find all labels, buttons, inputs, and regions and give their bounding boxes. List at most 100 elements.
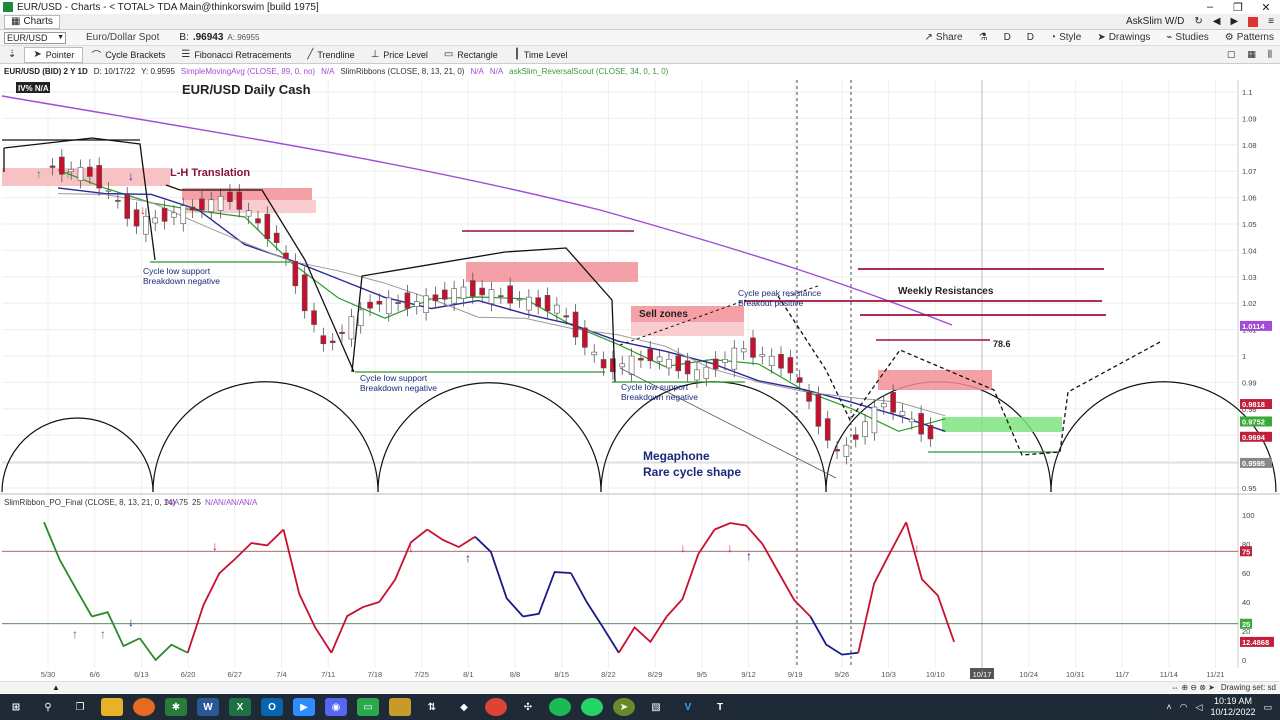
tradingview-icon[interactable]: T (709, 698, 731, 716)
timeframe-button-2[interactable]: D (1027, 32, 1034, 43)
cycle-low-label: Breakdown negative (360, 383, 437, 393)
zoom-controls-icon[interactable]: ⇔ ⊕ ⊖ ⊗ ➤ (1171, 683, 1215, 692)
oscillator-line-segment (139, 637, 189, 662)
chart-area[interactable]: IV% N/A EUR/USD Daily Cash L-H Translatio… (0, 64, 1280, 681)
oscillator-line-segment (522, 571, 571, 618)
candle-body (357, 309, 364, 327)
search-icon[interactable]: ⚲ (37, 698, 59, 716)
tool-rectangle[interactable]: ▭ Rectangle (436, 47, 506, 63)
studies-button[interactable]: ⌁ Studies (1166, 32, 1208, 43)
oscillator-arrow: ↑ (465, 551, 471, 565)
chrome-icon[interactable] (485, 698, 507, 716)
file-explorer-icon[interactable] (101, 698, 123, 716)
outlook-icon[interactable]: O (261, 698, 283, 716)
alert-icon[interactable] (1248, 16, 1259, 27)
firefox-icon[interactable] (133, 698, 155, 716)
timeframe-button-1[interactable]: D (1004, 32, 1011, 43)
candle-body (731, 347, 738, 370)
volume-icon[interactable]: ◁ (1196, 702, 1203, 713)
price-tick-label: 1.07 (1242, 167, 1257, 176)
maps-icon[interactable]: ◆ (453, 698, 475, 716)
price-tick-label: 1.09 (1242, 114, 1257, 123)
tool-fibonacci[interactable]: ☰ Fibonacci Retracements (173, 47, 299, 63)
close-icon[interactable]: ✕ (1252, 1, 1280, 14)
oscillator-badge-text: 25 (1242, 620, 1250, 629)
excel-icon[interactable]: X (229, 698, 251, 716)
windows-start-icon[interactable]: ⊞ (5, 698, 27, 716)
layout-grid-icon[interactable]: ▦ (1247, 49, 1256, 60)
candle-body (675, 355, 682, 372)
pin-icon[interactable]: ⇣ (0, 47, 24, 63)
sell-zones (2, 168, 1062, 432)
folder-icon[interactable] (389, 698, 411, 716)
network-icon[interactable]: ⇅ (421, 698, 443, 716)
navigation-icon[interactable]: ➤ (613, 698, 635, 716)
oscillator-badge-text: 75 (1242, 547, 1250, 556)
clock-time: 10:19 AM (1213, 696, 1252, 706)
slack-icon[interactable]: ✣ (517, 698, 539, 716)
symbol-value: EUR/USD (7, 32, 48, 43)
scroll-up-icon[interactable]: ▲ (52, 683, 60, 692)
price-tick-label: 0.99 (1242, 378, 1257, 387)
candle-body (217, 196, 224, 211)
candle-body (582, 327, 588, 348)
candle-body (339, 331, 345, 334)
refresh-icon[interactable]: ↻ (1194, 16, 1202, 27)
tray-arrow-icon[interactable]: ˄ (1166, 702, 1171, 712)
discord-icon[interactable]: ◉ (325, 698, 347, 716)
thinkorswim-icon[interactable]: ✱ (165, 698, 187, 716)
candle-body (740, 348, 747, 353)
tool-pointer[interactable]: ➤ Pointer (24, 46, 84, 63)
task-view-icon[interactable]: ❐ (69, 698, 91, 716)
candle-body (722, 358, 728, 363)
candle-body (628, 355, 635, 375)
flask-icon[interactable]: ⚗ (979, 32, 988, 43)
candle-body (862, 421, 868, 438)
drawing-set-label: Drawing set: sd (1220, 683, 1276, 692)
chat-icon[interactable]: ▭ (357, 698, 379, 716)
candle-body (918, 413, 924, 435)
style-button[interactable]: ◔ Style (1050, 32, 1081, 43)
minimize-icon[interactable]: – (1196, 1, 1224, 14)
share-button[interactable]: ↗ Share (925, 32, 963, 43)
candle-body (432, 294, 439, 302)
bid-ask-box: B: .96943 A:.96955 (179, 32, 259, 43)
back-icon[interactable]: ◀ (1213, 16, 1221, 27)
clock-date: 10/12/2022 (1210, 707, 1256, 717)
candle-body (824, 418, 831, 441)
tool-cycle-brackets[interactable]: ⌒ Cycle Brackets (83, 47, 173, 63)
clock[interactable]: 10:19 AM 10/12/2022 (1210, 696, 1255, 718)
candle-body (460, 286, 467, 299)
candle-body (105, 189, 112, 192)
menu-icon[interactable]: ≡ (1268, 16, 1274, 27)
word-icon[interactable]: W (197, 698, 219, 716)
candle-body (647, 348, 654, 362)
wifi-icon[interactable]: ◠ (1180, 702, 1188, 713)
symbol-selector[interactable]: EUR/USD (4, 31, 66, 44)
oscillator-line-segment (618, 616, 668, 654)
megaphone-label: Megaphone (643, 449, 710, 463)
candle-body (320, 335, 327, 345)
cycle-low-label: Cycle low support (621, 382, 689, 392)
drawings-button[interactable]: ➤ Drawings (1097, 32, 1150, 43)
columns-icon[interactable]: ⫼ (1268, 49, 1272, 60)
square-icon[interactable]: ▢ (1227, 49, 1236, 60)
tool-price-level[interactable]: ⊥ Price Level (363, 47, 436, 63)
vpn-icon[interactable]: V (677, 698, 699, 716)
tool-time-level[interactable]: ┃ Time Level (506, 47, 576, 63)
forward-icon[interactable]: ▶ (1230, 16, 1238, 27)
tab-charts[interactable]: ▦ Charts (4, 14, 60, 29)
spotify-icon[interactable] (549, 698, 571, 716)
app-logo-icon (3, 2, 13, 12)
whatsapp-icon[interactable] (581, 698, 603, 716)
teams-icon[interactable]: ▧ (645, 698, 667, 716)
tool-trendline[interactable]: ╱ Trendline (299, 47, 362, 63)
candle-body (890, 392, 896, 413)
zone-rect (631, 322, 744, 336)
candle-body (796, 377, 803, 383)
oscillator-arrow: ↓ (680, 541, 686, 555)
patterns-button[interactable]: ⚙ Patterns (1225, 32, 1274, 43)
notification-icon[interactable]: ▭ (1263, 702, 1272, 713)
zoom-icon[interactable]: ▶ (293, 698, 315, 716)
restore-icon[interactable]: ❐ (1224, 1, 1252, 14)
